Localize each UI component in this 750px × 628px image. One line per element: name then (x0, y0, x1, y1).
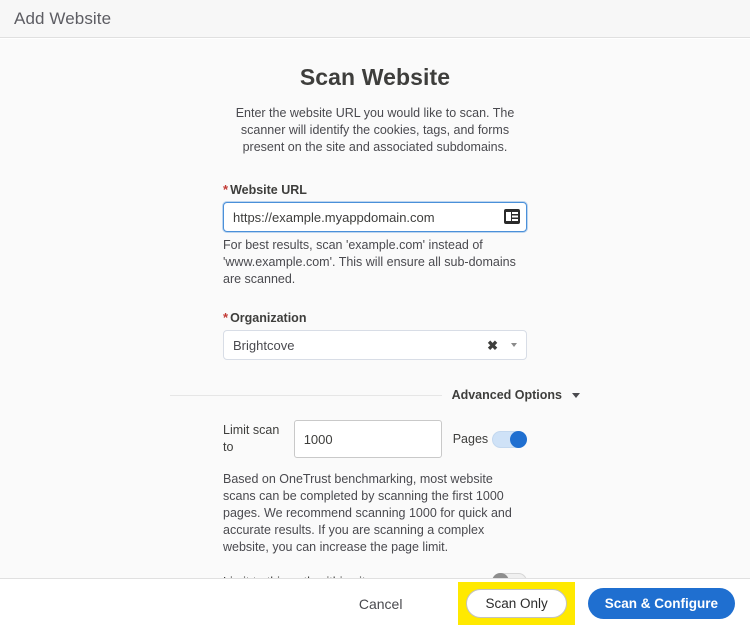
organization-label-text: Organization (230, 311, 307, 325)
modal-body-scroll-area[interactable]: Scan Website Enter the website URL you w… (0, 39, 750, 578)
toggle-knob (510, 430, 527, 448)
modal-footer: Cancel Scan Only Scan & Configure (0, 578, 750, 628)
benchmark-description: Based on OneTrust benchmarking, most web… (223, 472, 512, 554)
divider (170, 394, 442, 396)
organization-select[interactable]: Brightcove ✖ (223, 330, 527, 360)
website-url-label: * Website URL (223, 182, 527, 197)
card-icon[interactable] (504, 209, 520, 224)
website-url-help-text: For best results, scan 'example.com' ins… (223, 238, 516, 286)
scan-only-button[interactable]: Scan Only (466, 589, 567, 618)
advanced-options-row[interactable]: Advanced Options (170, 388, 580, 402)
close-icon[interactable]: ✖ (487, 339, 498, 352)
website-url-label-text: Website URL (230, 183, 307, 197)
scan-form: *Website URL For best results, scan 'exa… (223, 156, 527, 360)
organization-selected-value: Brightcove (233, 337, 295, 353)
limit-scan-input[interactable] (293, 420, 442, 458)
modal-header: Add Website (0, 0, 750, 38)
required-asterisk: * (223, 182, 229, 197)
scan-website-description: Enter the website URL you would like to … (235, 106, 515, 154)
required-asterisk-organization: * (223, 310, 229, 325)
limit-scan-toggle[interactable] (492, 430, 527, 448)
website-url-input[interactable] (223, 202, 527, 232)
advanced-options-label: Advanced Options (451, 388, 562, 402)
limit-scan-label: Limit scan to (223, 423, 280, 454)
scan-website-heading: Scan Website (299, 64, 451, 90)
pages-label: Pages (452, 432, 489, 446)
limit-scan-row: Limit scan to Pages (223, 420, 527, 458)
action-highlight: Scan Only (458, 582, 575, 625)
caret-down-icon[interactable] (572, 392, 580, 398)
organization-label: * Organization (223, 310, 527, 325)
page-title: Add Website (14, 8, 112, 28)
cancel-button[interactable]: Cancel (345, 596, 417, 612)
scan-and-configure-button[interactable]: Scan & Configure (587, 588, 735, 619)
chevron-down-icon[interactable] (511, 343, 517, 347)
website-url-input-wrap (223, 202, 527, 232)
